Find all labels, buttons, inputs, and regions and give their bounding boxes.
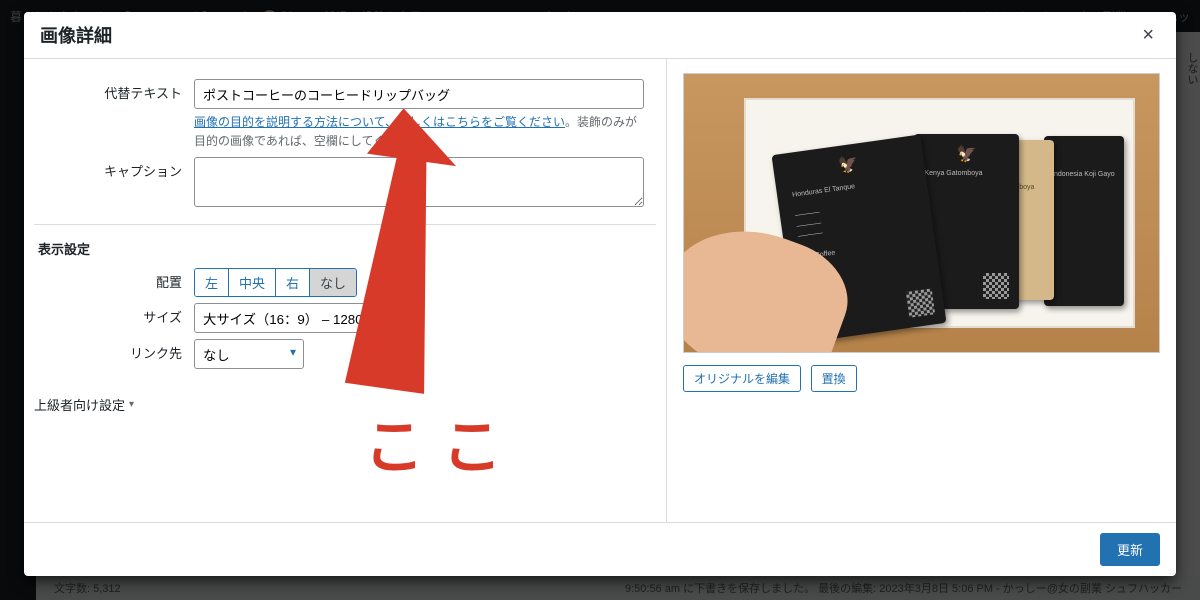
size-select[interactable] [194, 303, 414, 333]
align-label: 配置 [34, 268, 194, 297]
settings-pane: 代替テキスト 画像の目的を説明する方法について、詳しくはこちらをご覧ください。装… [24, 59, 666, 522]
alt-help-link[interactable]: 画像の目的を説明する方法について、詳しくはこちらをご覧ください [194, 115, 565, 129]
close-icon[interactable]: × [1136, 24, 1160, 47]
align-left-button[interactable]: 左 [195, 269, 229, 296]
alt-text-label: 代替テキスト [34, 79, 194, 151]
preview-pane: Indonesia Koji Gayo Kenya Gatomboya 🦅Ken… [666, 59, 1176, 522]
link-to-select[interactable] [194, 339, 304, 369]
advanced-settings-toggle[interactable]: 上級者向け設定 [34, 395, 134, 414]
image-details-modal: 画像詳細 × 代替テキスト 画像の目的を説明する方法について、詳しくはこちらをご… [24, 12, 1176, 576]
align-none-button[interactable]: なし [310, 269, 356, 296]
alt-help-text: 画像の目的を説明する方法について、詳しくはこちらをご覧ください。装飾のみが目的の… [194, 113, 644, 151]
modal-header: 画像詳細 × [24, 12, 1176, 59]
replace-button[interactable]: 置換 [811, 365, 857, 392]
alt-text-input[interactable] [194, 79, 644, 109]
modal-footer: 更新 [24, 522, 1176, 576]
edit-original-button[interactable]: オリジナルを編集 [683, 365, 801, 392]
annotation-text: ここ [364, 399, 520, 486]
image-preview: Indonesia Koji Gayo Kenya Gatomboya 🦅Ken… [683, 73, 1160, 353]
update-button[interactable]: 更新 [1100, 533, 1160, 566]
caption-textarea[interactable] [194, 157, 644, 207]
align-right-button[interactable]: 右 [276, 269, 310, 296]
align-button-group: 左 中央 右 なし [194, 268, 357, 297]
size-label: サイズ [34, 303, 194, 333]
display-settings-heading: 表示設定 [38, 239, 656, 258]
caption-label: キャプション [34, 157, 194, 210]
link-to-label: リンク先 [34, 339, 194, 369]
align-center-button[interactable]: 中央 [229, 269, 276, 296]
modal-title: 画像詳細 [40, 22, 112, 48]
